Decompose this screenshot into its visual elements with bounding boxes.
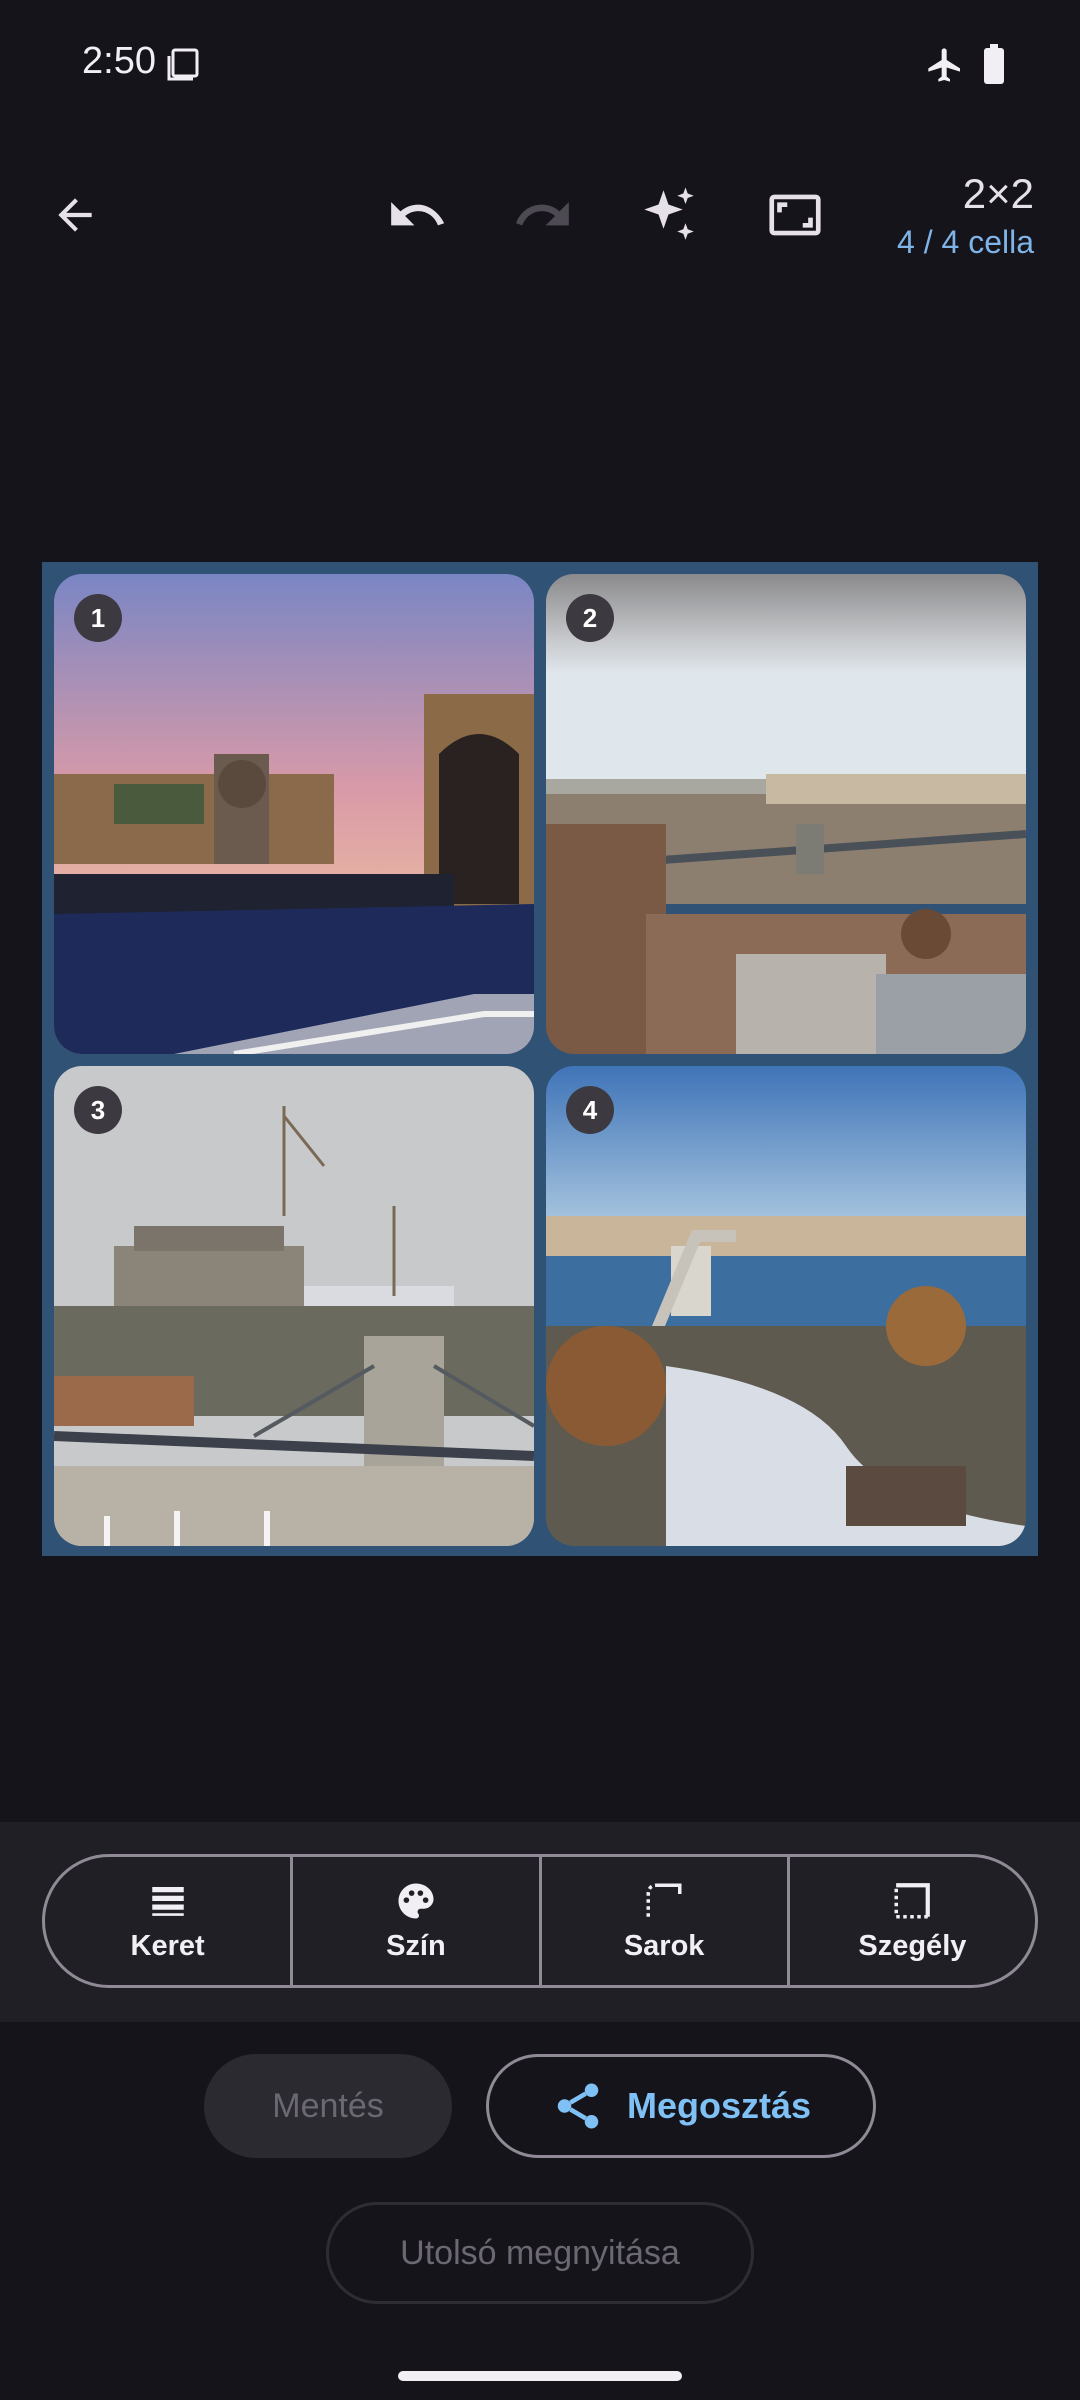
save-button[interactable]: Mentés — [204, 2054, 452, 2158]
tool-corner-label: Sarok — [623, 1929, 705, 1962]
palette-icon — [398, 1883, 434, 1918]
redo-icon — [516, 202, 569, 226]
grid-size-label: 2×2 — [962, 170, 1034, 217]
grid-info[interactable]: 2×2 4 / 4 cella — [897, 170, 1034, 262]
tool-border-label: Szegély — [858, 1929, 967, 1962]
airplane-mode-icon — [924, 44, 966, 86]
redo-button[interactable] — [498, 170, 588, 260]
status-bar: 2:50 — [0, 0, 1080, 130]
frame-lines-icon — [151, 1886, 184, 1916]
tool-corner-button[interactable]: Sarok — [542, 1857, 790, 1985]
battery-icon — [982, 44, 1006, 84]
cell-number-badge: 2 — [566, 594, 614, 642]
collage-canvas: 1 2 3 4 — [42, 562, 1038, 1556]
collage-cell-2[interactable]: 2 — [546, 574, 1026, 1054]
fullscreen-icon — [769, 194, 821, 236]
photo-foggy-bridge-castle — [54, 1066, 534, 1546]
share-icon — [557, 2083, 599, 2129]
top-toolbar: 2×2 4 / 4 cella — [0, 150, 1080, 280]
collage-cell-4[interactable]: 4 — [546, 1066, 1026, 1546]
cell-number-badge: 4 — [566, 1086, 614, 1134]
collage-cell-3[interactable]: 3 — [54, 1066, 534, 1546]
tool-border-button[interactable]: Szegély — [790, 1857, 1035, 1985]
undo-button[interactable] — [372, 170, 462, 260]
corner-icon — [646, 1883, 682, 1917]
sparkle-icon — [644, 187, 694, 240]
tool-color-button[interactable]: Szín — [293, 1857, 542, 1985]
cell-count-label: 4 / 4 cella — [897, 224, 1034, 260]
cell-number-badge: 1 — [74, 594, 122, 642]
open-last-button[interactable]: Utolsó megnyitása — [326, 2202, 754, 2304]
undo-icon — [391, 202, 445, 226]
share-button[interactable]: Megosztás — [486, 2054, 876, 2158]
tools-panel: Keret Szín Sarok Szegély — [0, 1822, 1080, 2022]
tool-frame-button[interactable]: Keret — [45, 1857, 294, 1985]
photo-danube-panorama — [546, 574, 1026, 1054]
photo-chain-bridge-lion — [54, 574, 534, 1054]
photo-danube-winter — [546, 1066, 1026, 1546]
magic-enhance-button[interactable] — [624, 170, 714, 260]
tool-segmented-control: Keret Szín Sarok Szegély — [42, 1854, 1038, 1988]
home-indicator[interactable] — [398, 2371, 682, 2381]
cell-number-badge: 3 — [74, 1086, 122, 1134]
share-label: Megosztás — [626, 2085, 812, 2126]
tool-color-label: Szín — [386, 1929, 446, 1962]
status-time: 2:50 — [82, 40, 156, 82]
tool-frame-label: Keret — [130, 1929, 205, 1962]
aspect-ratio-button[interactable] — [750, 170, 840, 260]
border-icon — [894, 1882, 931, 1918]
collage-cell-1[interactable]: 1 — [54, 574, 534, 1054]
screenshot-icon — [166, 46, 202, 82]
arrow-left-icon — [58, 198, 92, 232]
back-button[interactable] — [30, 170, 120, 260]
